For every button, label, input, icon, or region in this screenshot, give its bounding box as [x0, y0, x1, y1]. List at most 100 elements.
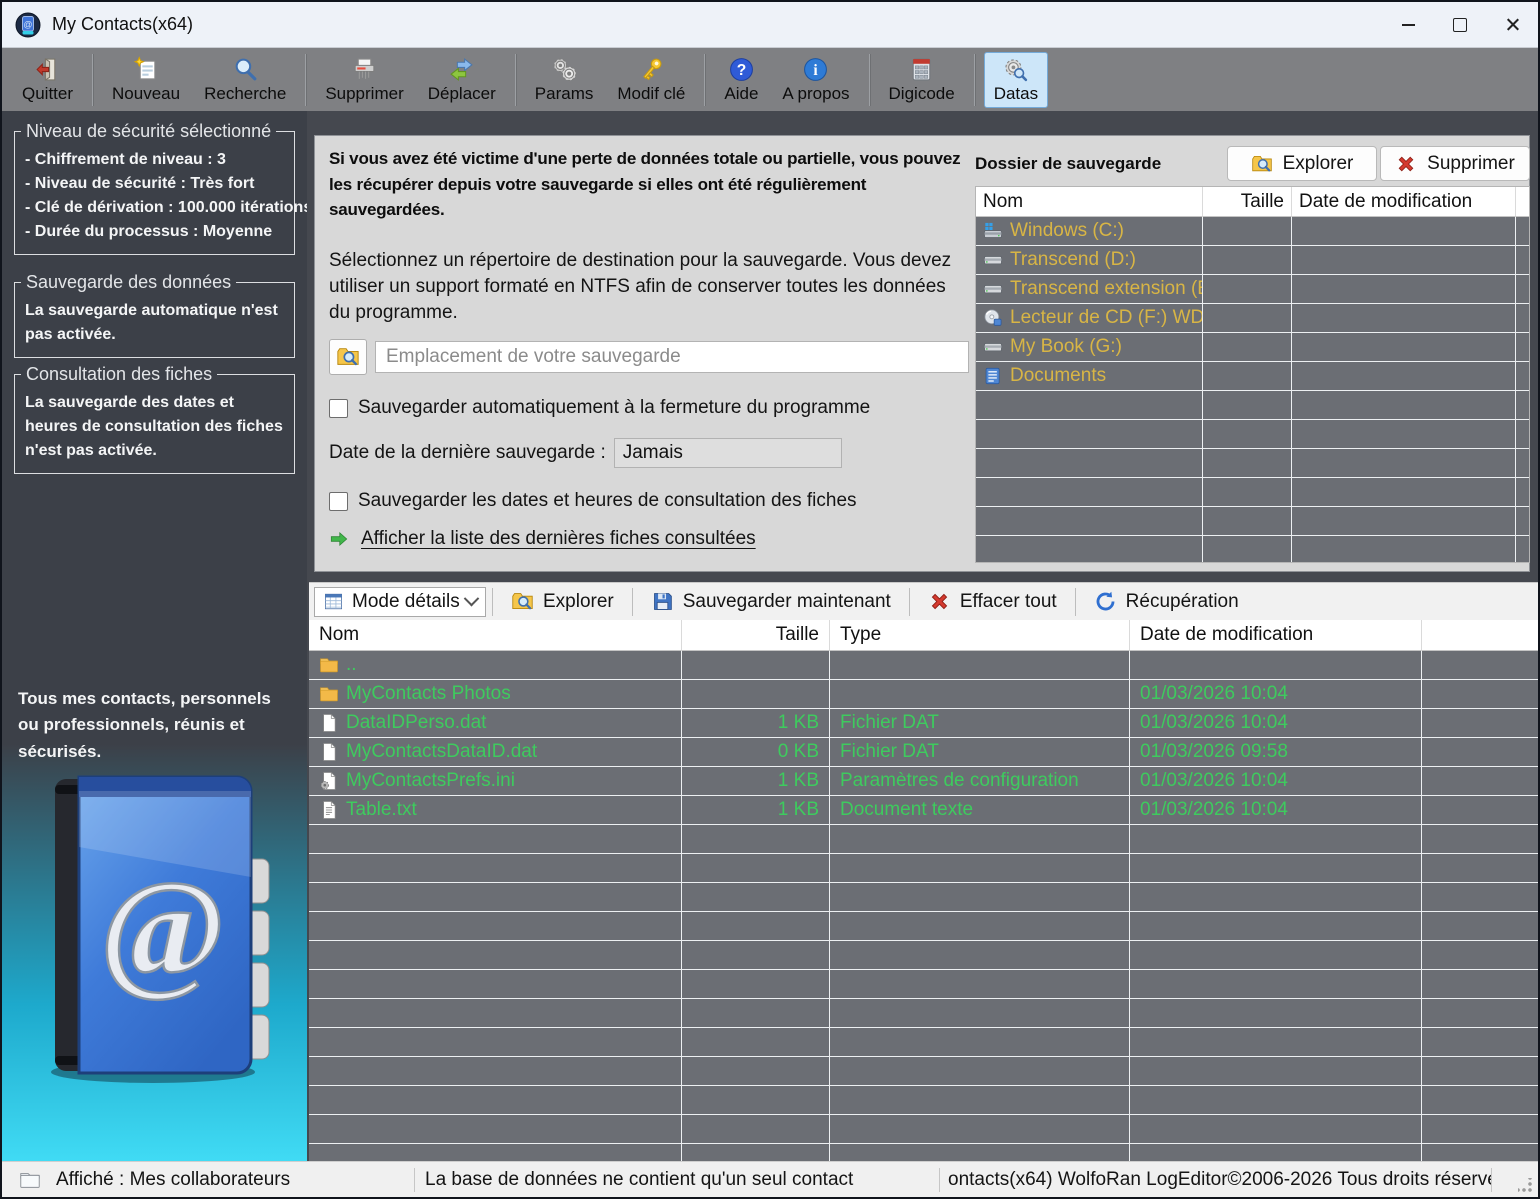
auto-backup-checkbox[interactable] — [329, 399, 348, 418]
backup-intro-text: Si vous avez été victime d'une perte de … — [329, 146, 969, 223]
sauvegarder-maintenant-button[interactable]: Sauvegarder maintenant — [639, 586, 903, 618]
security-detail-line: - Chiffrement de niveau : 3 — [25, 148, 284, 172]
drive-size-cell — [1203, 304, 1292, 333]
toolbar-button-label: Digicode — [889, 84, 955, 104]
drive-row-empty — [976, 420, 1529, 449]
show-last-consulted-link[interactable]: Afficher la liste des dernières fiches c… — [361, 528, 756, 550]
auto-backup-checkbox-row: Sauvegarder automatiquement à la fermetu… — [329, 397, 969, 419]
svg-text:@: @ — [23, 19, 32, 29]
consult-backup-checkbox-label: Sauvegarder les dates et heures de consu… — [358, 490, 857, 512]
empty-cell — [682, 999, 830, 1028]
toolbar-button-quitter[interactable]: Quitter — [12, 52, 83, 108]
file-row[interactable]: DataIDPerso.dat1 KBFichier DAT01/03/2026… — [309, 709, 1540, 738]
supprimer-drives-button[interactable]: Supprimer — [1380, 146, 1530, 181]
files-column-header[interactable]: Taille — [682, 620, 830, 651]
file-name-cell: DataIDPerso.dat — [309, 709, 682, 738]
toolbar-button-label: Quitter — [22, 84, 73, 104]
toolbar-button-label: A propos — [782, 84, 849, 104]
drive-row[interactable]: Windows (C:) — [976, 217, 1529, 246]
files-table-header: NomTailleTypeDate de modification — [309, 620, 1540, 651]
files-column-header[interactable]: Nom — [309, 620, 682, 651]
red-x-icon — [928, 590, 951, 613]
empty-cell — [976, 507, 1203, 536]
backup-panel: Si vous avez été victime d'une perte de … — [314, 135, 1530, 572]
toolbar-button-nouveau[interactable]: Nouveau — [102, 52, 190, 108]
maximize-button[interactable] — [1434, 2, 1486, 47]
drives-column-header[interactable]: Date de modification — [1292, 187, 1516, 217]
empty-cell — [309, 1086, 682, 1115]
explorer-drives-button[interactable]: Explorer — [1227, 146, 1377, 181]
security-level-group: Niveau de sécurité sélectionné - Chiffre… — [14, 131, 295, 255]
resize-grip[interactable] — [1492, 1162, 1538, 1197]
drive-row[interactable]: My Book (G:) — [976, 333, 1529, 362]
files-column-header[interactable]: Date de modification — [1130, 620, 1422, 651]
toolbar-separator — [305, 54, 306, 106]
file-type-cell — [830, 651, 1130, 680]
empty-cell — [1130, 825, 1422, 854]
toolbar-separator — [92, 54, 93, 106]
file-name: DataIDPerso.dat — [346, 712, 486, 734]
toolbar-button-a-propos[interactable]: iA propos — [772, 52, 859, 108]
cd-drive-icon — [983, 308, 1003, 328]
browse-folder-button[interactable] — [329, 339, 367, 375]
file-row-empty — [309, 1028, 1540, 1057]
file-row[interactable]: MyContactsPrefs.ini1 KBParamètres de con… — [309, 767, 1540, 796]
consult-backup-checkbox[interactable] — [329, 492, 348, 511]
view-mode-label: Mode détails — [352, 591, 466, 613]
toolbar-button-deplacer[interactable]: Déplacer — [418, 52, 506, 108]
empty-cell — [830, 1057, 1130, 1086]
file-row[interactable]: MyContactsDataID.dat0 KBFichier DAT01/03… — [309, 738, 1540, 767]
toolbar-button-recherche[interactable]: Recherche — [194, 52, 296, 108]
toolbar-separator — [869, 54, 870, 106]
empty-cell — [1292, 420, 1516, 449]
empty-cell — [682, 1086, 830, 1115]
drives-column-header[interactable]: Nom — [976, 187, 1203, 217]
drive-date-cell — [1292, 304, 1516, 333]
view-mode-select[interactable]: Mode détails — [314, 587, 486, 617]
drive-row[interactable]: Documents — [976, 362, 1529, 391]
minimize-button[interactable] — [1382, 2, 1434, 47]
move-arrows-icon — [448, 56, 475, 83]
effacer-tout-button[interactable]: Effacer tout — [916, 586, 1069, 618]
file-name: MyContactsPrefs.ini — [346, 770, 515, 792]
toolbar-button-modif-cle[interactable]: Modif clé — [607, 52, 695, 108]
files-column-header[interactable]: Type — [830, 620, 1130, 651]
empty-cell — [1422, 1115, 1540, 1144]
toolbar-button-datas[interactable]: Datas — [984, 52, 1048, 108]
drive-row[interactable]: Lecteur de CD (F:) WD ... — [976, 304, 1529, 333]
consultation-group-title: Consultation des fiches — [21, 364, 217, 385]
drive-row[interactable]: Transcend (D:) — [976, 246, 1529, 275]
toolbar-button-supprimer[interactable]: Supprimer — [315, 52, 413, 108]
drive-extra-cell — [1516, 362, 1530, 391]
empty-cell — [1516, 507, 1530, 536]
drive-row-empty — [976, 536, 1529, 563]
empty-cell — [976, 449, 1203, 478]
file-row[interactable]: .. — [309, 651, 1540, 680]
file-row-empty — [309, 825, 1540, 854]
toolbar-button-params[interactable]: Params — [525, 52, 604, 108]
drive-row[interactable]: Transcend extension (E:) — [976, 275, 1529, 304]
explorer-button[interactable]: Explorer — [499, 586, 626, 618]
file-row[interactable]: Table.txt1 KBDocument texte01/03/2026 10… — [309, 796, 1540, 825]
recuperation-button[interactable]: Récupération — [1082, 586, 1251, 618]
file-extra-cell — [1422, 796, 1540, 825]
svg-text:?: ? — [737, 62, 747, 79]
statusbar: Affiché : Mes collaborateurs La base de … — [2, 1161, 1538, 1197]
help-icon: ? — [728, 56, 755, 83]
backup-location-input[interactable] — [375, 341, 969, 373]
security-detail-line: - Niveau de sécurité : Très fort — [25, 172, 284, 196]
empty-cell — [830, 883, 1130, 912]
empty-cell — [309, 1028, 682, 1057]
empty-cell — [830, 970, 1130, 999]
details-view-icon — [323, 591, 344, 612]
toolbar-button-aide[interactable]: ?Aide — [714, 52, 768, 108]
file-row[interactable]: MyContacts Photos01/03/2026 10:04 — [309, 680, 1540, 709]
toolbar-button-label: Recherche — [204, 84, 286, 104]
toolbar-button-digicode[interactable]: Digicode — [879, 52, 965, 108]
close-button[interactable] — [1486, 2, 1538, 47]
file-date-cell: 01/03/2026 10:04 — [1130, 796, 1422, 825]
toolbar-separator — [704, 54, 705, 106]
drives-column-header[interactable]: Taille — [1203, 187, 1292, 217]
empty-cell — [976, 420, 1203, 449]
drive-size-cell — [1203, 362, 1292, 391]
